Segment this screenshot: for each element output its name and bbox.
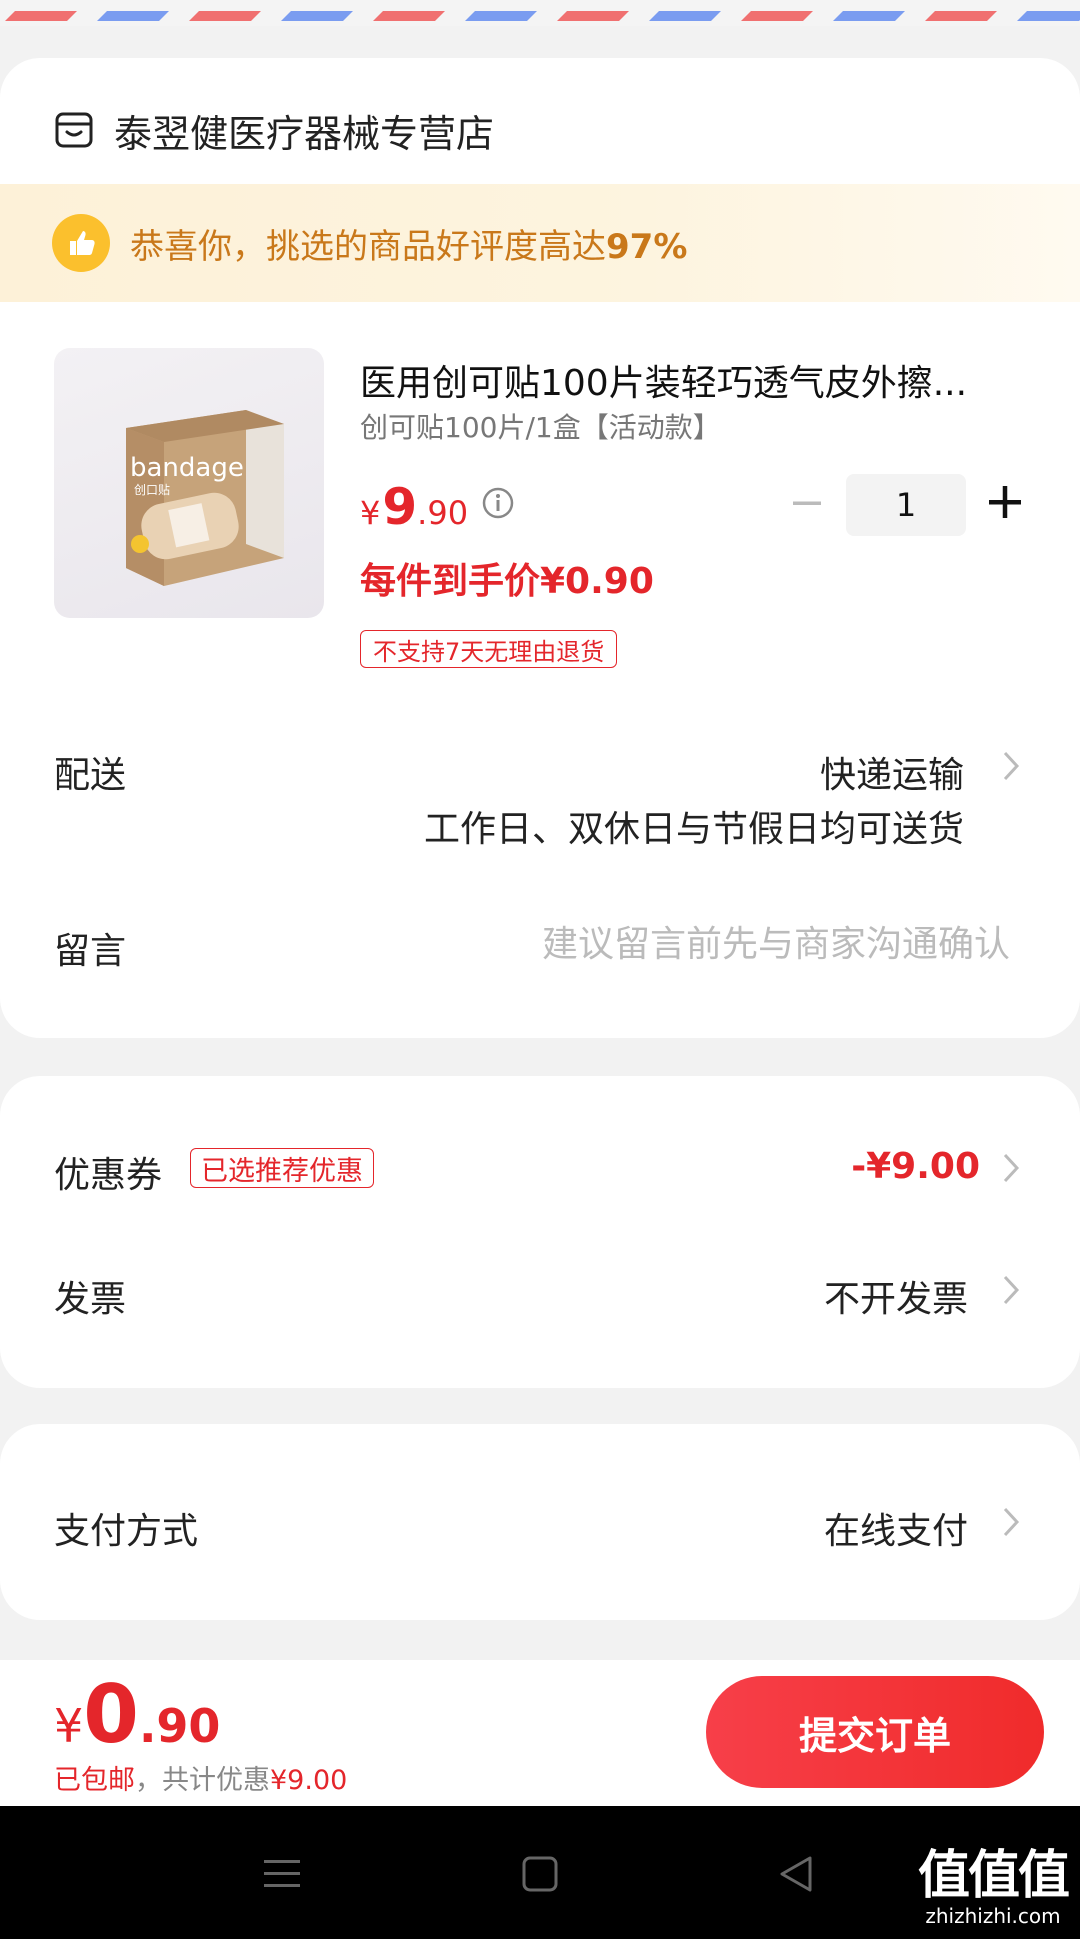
return-policy-tag: 不支持7天无理由退货 — [360, 630, 618, 668]
airmail-stripe — [833, 11, 905, 21]
note-label: 留言 — [54, 931, 127, 972]
delivery-schedule: 工作日、双休日与节假日均可送货 — [423, 809, 964, 850]
box-subtitle-text: 创口贴 — [134, 483, 170, 497]
airmail-stripe — [281, 11, 353, 21]
chevron-right-icon[interactable] — [1002, 750, 1020, 782]
per-item-price: 每件到手价¥0.90 — [360, 561, 654, 602]
invoice-label: 发票 — [54, 1279, 127, 1320]
chevron-right-icon[interactable] — [1002, 1506, 1020, 1538]
chevron-right-icon[interactable] — [1002, 1274, 1020, 1306]
discount-card — [0, 1076, 1080, 1388]
product-title[interactable]: 医用创可贴100片装轻巧透气皮外擦... — [360, 354, 1010, 406]
total-summary: 已包邮，共计优惠¥9.00 — [54, 1765, 348, 1796]
invoice-value[interactable]: 不开发票 — [824, 1270, 968, 1322]
praise-text: 恭喜你，挑选的商品好评度高达97% — [130, 226, 688, 267]
watermark: 值值值 zhizhizhi.com — [917, 1846, 1070, 1928]
coupon-selected-tag: 已选推荐优惠 — [190, 1148, 374, 1188]
airmail-stripe — [649, 11, 721, 21]
delivery-label: 配送 — [54, 755, 127, 796]
airmail-stripe — [373, 11, 445, 21]
shop-header[interactable]: 泰翌健医疗器械专营店 — [54, 100, 494, 160]
praise-banner: 恭喜你，挑选的商品好评度高达97% — [0, 184, 1080, 302]
thumbs-up-icon — [52, 214, 110, 272]
increase-quantity-button[interactable] — [987, 484, 1023, 520]
airmail-stripe — [97, 11, 169, 21]
shop-name: 泰翌健医疗器械专营店 — [114, 111, 495, 156]
product-image[interactable]: bandage 创口贴 — [54, 348, 324, 618]
box-brand-text: bandage — [130, 453, 244, 483]
submit-order-button[interactable]: 提交订单 — [706, 1676, 1044, 1788]
note-input[interactable] — [440, 916, 1010, 972]
airmail-stripe — [465, 11, 537, 21]
menu-icon[interactable] — [262, 1854, 302, 1894]
coupon-label: 优惠券 — [54, 1155, 163, 1196]
airmail-stripe — [189, 11, 261, 21]
airmail-stripe — [557, 11, 629, 21]
payment-label: 支付方式 — [54, 1511, 199, 1552]
quantity-value[interactable]: 1 — [846, 474, 966, 536]
airmail-stripe — [741, 11, 813, 21]
home-icon[interactable] — [520, 1854, 560, 1894]
info-icon[interactable] — [481, 486, 515, 520]
decrease-quantity-button[interactable] — [790, 486, 824, 520]
payment-value[interactable]: 在线支付 — [824, 1502, 968, 1554]
bandage-box-illustration: bandage 创口贴 — [126, 410, 284, 586]
airmail-stripe — [925, 11, 997, 21]
shop-icon — [55, 112, 93, 148]
airmail-stripe — [1017, 11, 1080, 21]
delivery-value[interactable]: 快递运输 — [820, 746, 964, 798]
product-spec[interactable]: 创可贴100片/1盒【活动款】 — [360, 406, 721, 446]
airmail-stripe — [5, 11, 77, 21]
coupon-value[interactable]: -¥9.00 — [851, 1146, 980, 1187]
chevron-right-icon[interactable] — [1002, 1152, 1020, 1184]
product-price: ¥9.90 — [360, 478, 469, 536]
back-icon[interactable] — [776, 1854, 816, 1894]
airmail-border — [0, 0, 1080, 26]
total-price: ¥0.90 — [54, 1668, 221, 1761]
